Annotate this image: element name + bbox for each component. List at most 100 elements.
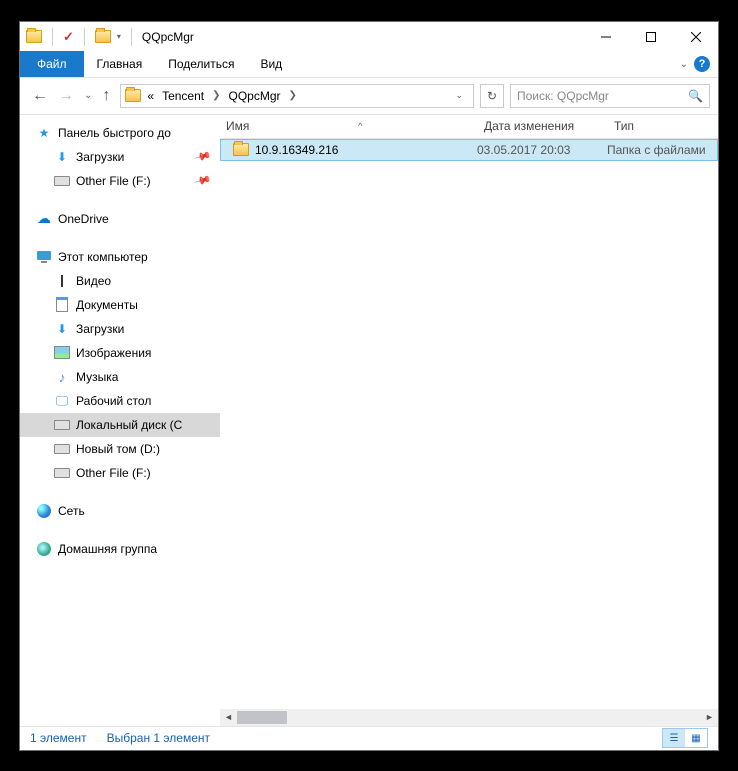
ribbon: Файл Главная Поделиться Вид ⌄ ? xyxy=(20,52,718,78)
scroll-right-button[interactable]: ► xyxy=(701,709,718,726)
column-type[interactable]: Тип xyxy=(608,119,718,133)
horizontal-scrollbar[interactable]: ◄ ► xyxy=(220,709,718,726)
folder-icon xyxy=(233,142,249,158)
tab-file[interactable]: Файл xyxy=(20,51,84,77)
cloud-icon: ☁ xyxy=(36,211,52,227)
status-selected: Выбран 1 элемент xyxy=(107,731,210,745)
document-icon xyxy=(54,297,70,313)
explorer-window: ✓ ▾ QQpcMgr Файл Главная Поделиться Вид … xyxy=(19,21,719,751)
navigation-pane[interactable]: ★Панель быстрого до ⬇ Загрузки 📌 Other Fil… xyxy=(20,115,220,726)
properties-icon[interactable]: ✓ xyxy=(63,29,74,45)
tree-label: Загрузки xyxy=(76,150,124,164)
column-name[interactable]: Имя ^ xyxy=(220,119,478,133)
status-bar: 1 элемент Выбран 1 элемент ☰ ▦ xyxy=(20,726,718,750)
refresh-button[interactable]: ↻ xyxy=(480,84,504,108)
forward-button[interactable]: → xyxy=(58,87,74,105)
tree-desktop[interactable]: 🖵 Рабочий стол xyxy=(20,389,220,413)
separator xyxy=(52,28,53,46)
tree-homegroup[interactable]: Домашняя группа xyxy=(20,537,220,561)
tree-label: Документы xyxy=(76,298,138,312)
tree-other-file-f[interactable]: Other File (F:)📌 xyxy=(20,169,220,193)
tree-label: Этот компьютер xyxy=(58,250,148,264)
drive-icon xyxy=(54,441,70,457)
tree-pictures[interactable]: Изображения xyxy=(20,341,220,365)
chevron-right-icon[interactable]: ❯ xyxy=(210,90,222,101)
separator xyxy=(84,28,85,46)
chevron-right-icon[interactable]: ❯ xyxy=(287,90,299,101)
tree-other-file-f2[interactable]: Other File (F:) xyxy=(20,461,220,485)
tree-local-disk-c[interactable]: Локальный диск (C xyxy=(20,413,220,437)
separator xyxy=(131,28,132,46)
tree-label: Новый том (D:) xyxy=(76,442,160,456)
tree-label: Изображения xyxy=(76,346,151,360)
scroll-left-button[interactable]: ◄ xyxy=(220,709,237,726)
tree-quick-access[interactable]: ★Панель быстрого до xyxy=(20,121,220,145)
computer-icon xyxy=(36,249,52,265)
tree-downloads[interactable]: ⬇Загрузки📌 xyxy=(20,145,220,169)
folder-icon xyxy=(125,88,141,104)
view-details-button[interactable]: ☰ xyxy=(663,729,685,747)
tree-downloads2[interactable]: ⬇ Загрузки xyxy=(20,317,220,341)
list-item[interactable]: 10.9.16349.216 03.05.2017 20:03 Папка с … xyxy=(220,139,718,161)
search-placeholder: Поиск: QQpcMgr xyxy=(517,89,609,103)
breadcrumb-prefix[interactable]: « xyxy=(145,87,156,105)
tree-label: Видео xyxy=(76,274,111,288)
homegroup-icon xyxy=(36,541,52,557)
tab-home[interactable]: Главная xyxy=(84,51,156,77)
search-input[interactable]: Поиск: QQpcMgr 🔍 xyxy=(510,84,710,108)
download-icon: ⬇ xyxy=(54,321,70,337)
ribbon-expand-icon[interactable]: ⌄ xyxy=(680,59,688,70)
window-title: QQpcMgr xyxy=(142,30,194,44)
nav-arrows: ← → ⌄ ↑ xyxy=(28,87,114,105)
address-bar[interactable]: « Tencent ❯ QQpcMgr ❯ ⌄ xyxy=(120,84,474,108)
breadcrumb-qqpcmgr[interactable]: QQpcMgr xyxy=(227,87,283,105)
drive-icon xyxy=(54,465,70,481)
tree-music[interactable]: ♪ Музыка xyxy=(20,365,220,389)
tab-share[interactable]: Поделиться xyxy=(155,51,247,77)
tree-label: Other File (F:) xyxy=(76,466,151,480)
file-list[interactable]: 10.9.16349.216 03.05.2017 20:03 Папка с … xyxy=(220,139,718,709)
maximize-button[interactable] xyxy=(628,22,673,51)
file-date: 03.05.2017 20:03 xyxy=(477,143,607,157)
file-type: Папка с файлами xyxy=(607,143,717,157)
breadcrumb-tencent[interactable]: Tencent xyxy=(160,87,206,105)
help-icon[interactable]: ? xyxy=(694,56,710,72)
close-button[interactable] xyxy=(673,22,718,51)
desktop-icon: 🖵 xyxy=(54,393,70,409)
back-button[interactable]: ← xyxy=(32,87,48,105)
tab-view[interactable]: Вид xyxy=(247,51,295,77)
up-button[interactable]: ↑ xyxy=(102,87,110,105)
pin-icon: 📌 xyxy=(194,171,212,189)
download-icon: ⬇ xyxy=(54,149,70,165)
status-count: 1 элемент xyxy=(30,731,87,745)
view-toggle: ☰ ▦ xyxy=(662,728,708,748)
tree-documents[interactable]: Документы xyxy=(20,293,220,317)
folder-icon xyxy=(26,29,42,45)
tree-this-pc[interactable]: Этот компьютер xyxy=(20,245,220,269)
network-icon xyxy=(36,503,52,519)
drive-icon xyxy=(54,417,70,433)
tree-label: Музыка xyxy=(76,370,118,384)
view-thumbnails-button[interactable]: ▦ xyxy=(685,729,707,747)
window-controls xyxy=(583,22,718,51)
content-pane: Имя ^ Дата изменения Тип 10.9.16349.216 … xyxy=(220,115,718,726)
tree-label: Панель быстрого до xyxy=(58,126,171,140)
tree-label: Рабочий стол xyxy=(76,394,151,408)
tree-onedrive[interactable]: ☁ OneDrive xyxy=(20,207,220,231)
scroll-thumb[interactable] xyxy=(237,711,287,724)
address-dropdown-icon[interactable]: ⌄ xyxy=(449,90,469,101)
scroll-track[interactable] xyxy=(237,709,701,726)
qat-dropdown-icon[interactable]: ▾ xyxy=(117,32,121,41)
history-dropdown-icon[interactable]: ⌄ xyxy=(84,90,92,101)
quick-access-toolbar: ✓ ▾ xyxy=(20,28,138,46)
tree-volume-d[interactable]: Новый том (D:) xyxy=(20,437,220,461)
music-icon: ♪ xyxy=(54,369,70,385)
title-bar: ✓ ▾ QQpcMgr xyxy=(20,22,718,52)
sort-asc-icon: ^ xyxy=(358,121,362,131)
tree-video[interactable]: Видео xyxy=(20,269,220,293)
tree-network[interactable]: Сеть xyxy=(20,499,220,523)
minimize-button[interactable] xyxy=(583,22,628,51)
tree-label: Загрузки xyxy=(76,322,124,336)
tree-label: OneDrive xyxy=(58,212,109,226)
column-date[interactable]: Дата изменения xyxy=(478,119,608,133)
